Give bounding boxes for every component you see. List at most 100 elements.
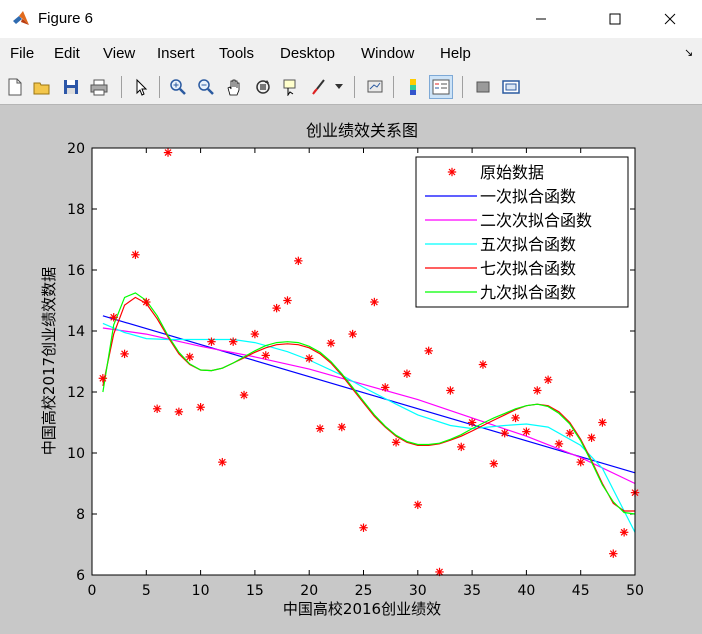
pan-hand-icon[interactable] [222, 75, 246, 99]
data-point [294, 256, 303, 266]
data-point [609, 549, 618, 558]
data-point [228, 337, 238, 346]
data-point [326, 339, 336, 348]
y-tick-label: 12 [67, 385, 85, 401]
data-point [359, 523, 368, 532]
data-point [391, 438, 401, 447]
brush-icon[interactable] [307, 75, 331, 99]
data-point [511, 413, 520, 423]
hide-plot-tools-icon[interactable] [471, 75, 495, 99]
legend-label: 五次拟合函数 [480, 235, 576, 254]
data-point [348, 329, 357, 339]
data-point [218, 457, 227, 467]
window-titlebar[interactable]: Figure 6 [0, 0, 702, 38]
data-point [413, 500, 422, 510]
maximize-button[interactable] [592, 0, 638, 38]
colorbar-icon[interactable] [401, 75, 425, 99]
data-point [467, 418, 477, 427]
data-point [250, 329, 260, 339]
legend-label: 九次拟合函数 [480, 283, 576, 302]
data-point [587, 433, 596, 442]
data-point [478, 360, 488, 369]
x-tick-label: 40 [517, 583, 535, 599]
dock-arrow-icon[interactable]: ↘ [684, 46, 693, 59]
toolbar-separator [159, 76, 160, 98]
close-icon [664, 13, 676, 25]
data-point [565, 428, 575, 438]
data-point [522, 427, 531, 436]
data-point [120, 349, 129, 359]
menu-help[interactable]: Help [440, 45, 471, 62]
data-point [337, 422, 346, 432]
legend-label: 二次次拟合函数 [480, 211, 592, 230]
data-point [185, 352, 194, 362]
data-point [598, 418, 607, 427]
data-point [457, 442, 466, 452]
legend-label: 原始数据 [480, 163, 544, 182]
data-point [239, 390, 249, 400]
data-point [174, 407, 184, 417]
brush-menu-icon[interactable] [333, 75, 345, 99]
x-tick-label: 20 [300, 583, 318, 599]
toolbar-separator [393, 76, 394, 98]
matlab-logo-icon [13, 11, 29, 25]
data-point [109, 313, 118, 322]
menu-file[interactable]: File [10, 45, 34, 62]
x-axis-label: 中国高校2016创业绩效 [283, 600, 441, 618]
y-tick-label: 16 [67, 263, 85, 279]
menu-tools[interactable]: Tools [219, 45, 254, 62]
save-icon[interactable] [59, 75, 83, 99]
data-point [163, 148, 173, 157]
chart-title: 创业绩效关系图 [306, 121, 418, 140]
menu-insert[interactable]: Insert [157, 45, 195, 62]
data-point [315, 424, 325, 433]
toolbar-separator [462, 76, 463, 98]
window-title: Figure 6 [38, 10, 94, 27]
data-point [446, 386, 455, 395]
zoom-in-icon[interactable] [166, 75, 190, 99]
toolbar-separator [121, 76, 122, 98]
close-button[interactable] [647, 0, 693, 38]
y-tick-label: 18 [67, 202, 85, 218]
data-point [98, 374, 108, 383]
minimize-icon [536, 18, 546, 20]
link-plot-icon[interactable] [363, 75, 387, 99]
rotate-3d-icon[interactable] [251, 75, 275, 99]
menu-window[interactable]: Window [361, 45, 414, 62]
new-figure-icon[interactable] [3, 75, 27, 99]
x-tick-label: 15 [246, 583, 264, 599]
legend-label: 一次拟合函数 [480, 187, 576, 206]
y-tick-label: 8 [76, 507, 85, 523]
y-tick-label: 6 [76, 568, 85, 584]
data-point [424, 346, 433, 356]
minimize-button[interactable] [518, 0, 564, 38]
data-cursor-icon[interactable] [279, 75, 303, 99]
data-point [305, 354, 314, 363]
data-point [207, 337, 216, 346]
data-point [619, 528, 629, 537]
select-arrow-icon[interactable] [129, 75, 153, 99]
x-tick-label: 0 [88, 583, 97, 599]
legend-icon[interactable] [429, 75, 453, 99]
menu-view[interactable]: View [103, 45, 135, 62]
y-tick-label: 20 [67, 141, 85, 157]
toolbar-separator [354, 76, 355, 98]
show-plot-tools-icon[interactable] [499, 75, 523, 99]
maximize-icon [609, 13, 621, 25]
chart-legend[interactable]: 原始数据一次拟合函数二次次拟合函数五次拟合函数七次拟合函数九次拟合函数 [415, 156, 629, 308]
open-file-icon[interactable] [30, 75, 54, 99]
menu-edit[interactable]: Edit [54, 45, 80, 62]
data-point [402, 369, 412, 378]
legend-marker [447, 167, 457, 177]
data-point [152, 404, 162, 413]
menu-desktop[interactable]: Desktop [280, 45, 335, 62]
data-point [283, 296, 292, 305]
print-icon[interactable] [87, 75, 111, 99]
x-tick-label: 50 [626, 583, 644, 599]
data-point [142, 297, 151, 307]
x-tick-label: 35 [463, 583, 481, 599]
legend-label: 七次拟合函数 [480, 259, 576, 278]
x-tick-label: 25 [355, 583, 373, 599]
data-point [381, 383, 390, 392]
zoom-out-icon[interactable] [194, 75, 218, 99]
